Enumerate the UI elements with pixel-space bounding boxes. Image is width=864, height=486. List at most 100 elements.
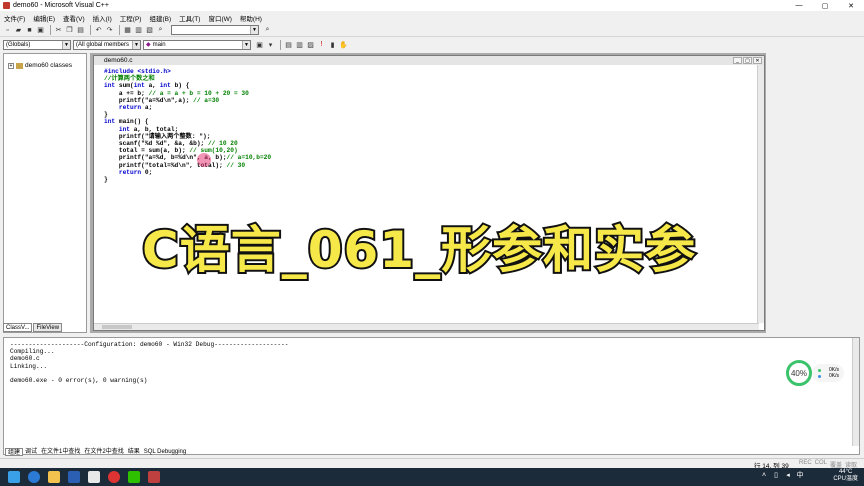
menu-view[interactable]: 查看(V): [59, 13, 89, 23]
code-line[interactable]: a += b; // a = a + b = 10 + 20 = 30: [104, 90, 271, 97]
wizard-action-icon[interactable]: ▣: [255, 40, 264, 49]
scroll-thumb[interactable]: [102, 325, 132, 329]
file-explorer-icon[interactable]: [48, 471, 60, 483]
visual-cpp-icon[interactable]: [148, 471, 160, 483]
window-controls: — ▢ ✕: [786, 0, 864, 11]
search-icon[interactable]: ⌕: [263, 26, 272, 35]
tab-debug[interactable]: 调试: [23, 448, 39, 456]
output-scrollbar[interactable]: [852, 338, 859, 446]
paste-icon[interactable]: ▤: [76, 26, 85, 35]
window-list-icon[interactable]: ▧: [145, 26, 154, 35]
menu-project[interactable]: 工程(P): [116, 13, 146, 23]
breakpoint-icon[interactable]: ✋: [339, 40, 348, 49]
build-output: --------------------Configuration: demo6…: [10, 341, 289, 385]
separator: [119, 25, 120, 35]
chevron-down-icon[interactable]: ▼: [250, 26, 258, 34]
app-icon: [3, 2, 10, 9]
code-line[interactable]: return 0;: [104, 169, 271, 176]
code-line[interactable]: return a;: [104, 104, 271, 111]
upload-dot-icon: [818, 368, 821, 372]
word-icon[interactable]: [68, 471, 80, 483]
code-line[interactable]: printf("请输入两个整数: ");: [104, 133, 271, 140]
compile-icon[interactable]: ▤: [284, 40, 293, 49]
vertical-scrollbar[interactable]: [757, 65, 764, 323]
ime-icon[interactable]: 中: [796, 472, 804, 480]
copy-icon[interactable]: ❐: [65, 26, 74, 35]
find-combo[interactable]: ▼: [171, 25, 259, 35]
tab-find-in-files-2[interactable]: 在文件2中查找: [82, 448, 125, 456]
code-line[interactable]: int sum(int a, int b) {: [104, 82, 271, 89]
save-all-icon[interactable]: ▣: [36, 26, 45, 35]
function-combo[interactable]: ◆ main ▼: [143, 39, 251, 50]
undo-icon[interactable]: ↶: [94, 26, 103, 35]
go-icon[interactable]: ▮: [328, 40, 337, 49]
open-folder-icon[interactable]: ▰: [14, 26, 23, 35]
menu-build[interactable]: 组建(B): [145, 13, 175, 23]
new-file-icon[interactable]: ▫: [3, 26, 12, 35]
volume-icon[interactable]: ◂: [784, 472, 792, 480]
save-icon[interactable]: ■: [25, 26, 34, 35]
menu-file[interactable]: 文件(F): [0, 13, 29, 23]
expand-icon[interactable]: +: [8, 62, 14, 69]
cpu-usage-gauge[interactable]: 40%: [786, 360, 812, 386]
scope-combo[interactable]: (Globals) ▼: [3, 39, 71, 50]
horizontal-scrollbar[interactable]: [94, 323, 759, 330]
chevron-down-icon[interactable]: ▼: [132, 40, 140, 49]
tab-fileview[interactable]: FileView: [33, 323, 63, 332]
workspace-icon[interactable]: ▦: [123, 26, 132, 35]
code-line[interactable]: int a, b, total;: [104, 126, 271, 133]
tab-sql-debugging[interactable]: SQL Debugging: [142, 448, 188, 456]
execute-icon[interactable]: !: [317, 40, 326, 49]
code-line[interactable]: scanf("%d %d", &a, &b); // 10 20: [104, 140, 271, 147]
minimize-button[interactable]: —: [786, 0, 812, 11]
edge-browser-icon[interactable]: [28, 471, 40, 483]
code-line[interactable]: printf("total=%d\n", total); // 30: [104, 162, 271, 169]
wechat-icon[interactable]: [128, 471, 140, 483]
record-icon[interactable]: [108, 471, 120, 483]
build-icon[interactable]: ▥: [295, 40, 304, 49]
code-text[interactable]: #include <stdio.h>//计算两个数之和 int sum(int a…: [104, 68, 271, 183]
code-token: printf("请输入两个整数: ");: [104, 132, 211, 140]
separator: [50, 25, 51, 35]
code-line[interactable]: }: [104, 111, 271, 118]
tab-build[interactable]: 组建: [5, 448, 24, 456]
cut-icon[interactable]: ✂: [54, 26, 63, 35]
chevron-down-icon[interactable]: ▾: [266, 40, 275, 49]
output-tabs: 组建 调试 在文件1中查找 在文件2中查找 结果 SQL Debugging: [5, 448, 188, 456]
code-line[interactable]: total = sum(a, b); // sum(10,20): [104, 147, 271, 154]
maximize-button[interactable]: ▢: [743, 57, 752, 64]
tab-results[interactable]: 结果: [126, 448, 142, 456]
code-line[interactable]: printf("a=%d\n",a); // a=30: [104, 97, 271, 104]
menu-insert[interactable]: 插入(I): [89, 13, 116, 23]
members-combo[interactable]: (All global members ▼: [73, 39, 141, 50]
code-line[interactable]: printf("a=%d, b=%d\n", a, b);// a=10,b=2…: [104, 154, 271, 161]
network-icon[interactable]: ▯: [772, 472, 780, 480]
maximize-button[interactable]: ▢: [812, 0, 838, 11]
menu-help[interactable]: 帮助(H): [236, 13, 266, 23]
chevron-up-icon[interactable]: ˄: [760, 472, 768, 480]
close-button[interactable]: ✕: [753, 57, 762, 64]
class-folder-icon: [16, 62, 23, 69]
tab-find-in-files-1[interactable]: 在文件1中查找: [39, 448, 82, 456]
chevron-down-icon[interactable]: ▼: [242, 40, 250, 49]
menu-edit[interactable]: 编辑(E): [29, 13, 59, 23]
code-token: sum(: [118, 82, 134, 90]
code-line[interactable]: }: [104, 176, 271, 183]
menu-tools[interactable]: 工具(T): [175, 13, 204, 23]
minimize-button[interactable]: _: [733, 57, 742, 64]
code-line[interactable]: //计算两个数之和: [104, 75, 271, 82]
class-tree-root[interactable]: + demo60 classes: [4, 54, 86, 69]
output-icon[interactable]: ▥: [134, 26, 143, 35]
stop-build-icon[interactable]: ▨: [306, 40, 315, 49]
code-token: #include <stdio.h>: [104, 68, 171, 75]
app-icon[interactable]: [88, 471, 100, 483]
menu-window[interactable]: 窗口(W): [204, 13, 235, 23]
start-icon[interactable]: [8, 471, 20, 483]
redo-icon[interactable]: ↷: [105, 26, 114, 35]
close-button[interactable]: ✕: [838, 0, 864, 11]
find-in-files-icon[interactable]: ⌕: [156, 26, 165, 35]
code-line[interactable]: int main() {: [104, 118, 271, 125]
chevron-down-icon[interactable]: ▼: [62, 40, 70, 49]
tab-classview[interactable]: ClassV...: [3, 323, 33, 332]
